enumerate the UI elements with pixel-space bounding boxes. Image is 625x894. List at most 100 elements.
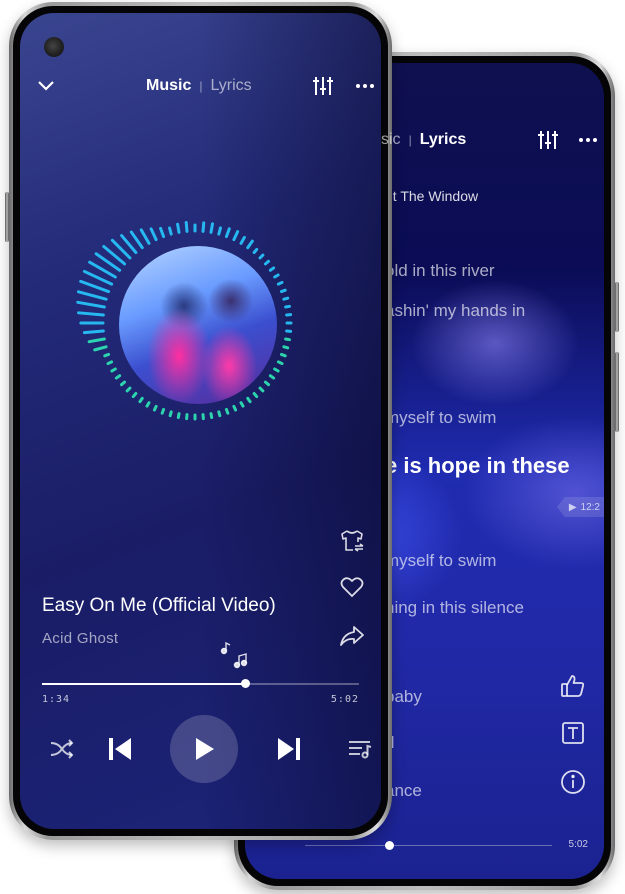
visualizer-bar bbox=[87, 337, 106, 344]
duration-time: 5:02 bbox=[330, 694, 359, 705]
visualizer-bar bbox=[276, 360, 284, 366]
visualizer-bar bbox=[282, 345, 290, 350]
progress-thumb[interactable] bbox=[240, 679, 250, 688]
thumbs-up-icon[interactable] bbox=[560, 673, 586, 704]
visualizer-bar bbox=[119, 380, 127, 387]
tab-lyrics[interactable]: Lyrics bbox=[420, 131, 467, 149]
visualizer-bar bbox=[224, 227, 231, 239]
seek-to-line-button[interactable]: ▶ 12:2 bbox=[556, 497, 604, 517]
lyrics-header: sic | Lyrics bbox=[245, 125, 604, 155]
visualizer-bar bbox=[76, 300, 106, 309]
visualizer-bar bbox=[217, 226, 222, 236]
visualizer-bar bbox=[273, 367, 280, 373]
visualizer-bar bbox=[125, 386, 132, 393]
tab-music[interactable]: sic bbox=[381, 131, 401, 149]
visualizer-bar bbox=[239, 235, 246, 245]
visualizer-bar bbox=[263, 380, 271, 387]
lyric-line[interactable]: old in this river bbox=[385, 261, 495, 281]
playlist-music-icon[interactable] bbox=[346, 735, 374, 763]
visualizer-bar bbox=[276, 280, 284, 286]
visualizer-bar bbox=[246, 239, 254, 250]
equalizer-icon[interactable] bbox=[310, 71, 336, 101]
lyric-line[interactable]: myself to swim bbox=[385, 551, 496, 571]
visualizer-bar bbox=[184, 221, 189, 233]
power-button bbox=[615, 352, 619, 432]
side-button bbox=[5, 192, 9, 242]
text-size-icon[interactable] bbox=[561, 721, 585, 750]
visualizer-bar bbox=[106, 360, 114, 366]
visualizer-bar bbox=[252, 247, 259, 255]
shuffle-icon[interactable] bbox=[48, 735, 76, 763]
play-button[interactable] bbox=[170, 715, 238, 783]
visualizer-bar bbox=[168, 410, 173, 418]
visualizer-bar bbox=[279, 352, 287, 358]
visualizer-bar bbox=[282, 296, 290, 301]
lyric-line[interactable]: myself to swim bbox=[385, 408, 496, 428]
tab-switch: sic | Lyrics bbox=[381, 125, 466, 155]
visualizer-bar bbox=[268, 374, 276, 380]
more-horizontal-icon[interactable] bbox=[575, 125, 601, 155]
chevron-down-icon[interactable] bbox=[34, 71, 58, 101]
progress-fill bbox=[42, 683, 245, 685]
tshirt-swap-icon[interactable] bbox=[339, 528, 365, 554]
album-cover bbox=[119, 246, 277, 404]
music-side-actions bbox=[337, 528, 367, 650]
tab-switch: Music | Lyrics bbox=[146, 71, 252, 101]
visualizer-bar bbox=[138, 396, 144, 404]
lyrics-progress-thumb[interactable] bbox=[385, 841, 394, 850]
visualizer-bar bbox=[258, 253, 265, 260]
visualizer-bar bbox=[159, 226, 166, 239]
visualizer-bar bbox=[149, 227, 158, 242]
visualizer-bar bbox=[209, 412, 214, 420]
lyric-line[interactable]: ning in this silence bbox=[385, 598, 524, 618]
lyrics-progress-bar[interactable] bbox=[305, 845, 552, 846]
share-icon[interactable] bbox=[339, 624, 365, 650]
visualizer-bar bbox=[252, 391, 259, 399]
visualizer-bar bbox=[268, 266, 276, 272]
lyric-line[interactable]: ashin' my hands in bbox=[385, 301, 525, 321]
volume-button bbox=[615, 282, 619, 332]
visualizer-bar bbox=[103, 352, 111, 358]
play-icon bbox=[196, 738, 214, 760]
equalizer-icon[interactable] bbox=[535, 125, 561, 155]
visualizer-bar bbox=[239, 401, 245, 408]
visualizer-bar bbox=[129, 230, 144, 250]
visualizer-bar bbox=[114, 374, 122, 380]
heart-icon[interactable] bbox=[340, 576, 364, 602]
playback-controls bbox=[20, 713, 381, 783]
more-horizontal-icon[interactable] bbox=[352, 71, 378, 101]
visualizer-bar bbox=[176, 412, 181, 420]
visualizer-bar bbox=[168, 226, 173, 236]
tab-music[interactable]: Music bbox=[146, 77, 191, 95]
skip-next-icon[interactable] bbox=[273, 733, 305, 765]
song-title-partial: ut The Window bbox=[385, 188, 479, 204]
duration-label: 5:02 bbox=[568, 839, 588, 850]
seek-time: 12:2 bbox=[580, 501, 600, 513]
visualizer-bar bbox=[76, 290, 108, 301]
visualizer-bar bbox=[77, 311, 105, 317]
music-header: Music | Lyrics bbox=[20, 71, 381, 101]
tab-lyrics[interactable]: Lyrics bbox=[210, 77, 251, 95]
visualizer-bar bbox=[263, 259, 271, 266]
visualizer-bar bbox=[217, 410, 222, 418]
lyric-line-current[interactable]: e is hope in these bbox=[385, 453, 570, 479]
visualizer-bar bbox=[258, 386, 265, 393]
visualizer-bar bbox=[110, 367, 117, 373]
visualizer-bar bbox=[139, 228, 151, 245]
info-icon[interactable] bbox=[560, 769, 586, 800]
song-artist[interactable]: Acid Ghost bbox=[42, 630, 118, 647]
visualizer-bar bbox=[93, 345, 108, 352]
visualizer-bar bbox=[131, 391, 138, 399]
music-notes-icon bbox=[220, 641, 250, 674]
tab-separator: | bbox=[199, 79, 203, 93]
visualizer-bar bbox=[279, 288, 287, 294]
elapsed-time: 1:34 bbox=[42, 694, 71, 705]
visualizer-bar bbox=[273, 273, 280, 279]
visualizer-bar bbox=[224, 407, 230, 415]
progress-bar[interactable] bbox=[42, 679, 359, 688]
visualizer-bar bbox=[82, 329, 105, 335]
song-title: Easy On Me (Official Video) bbox=[42, 595, 276, 616]
visualizer-bar bbox=[152, 404, 158, 412]
skip-previous-icon[interactable] bbox=[104, 733, 136, 765]
visualizer-bar bbox=[246, 396, 252, 404]
